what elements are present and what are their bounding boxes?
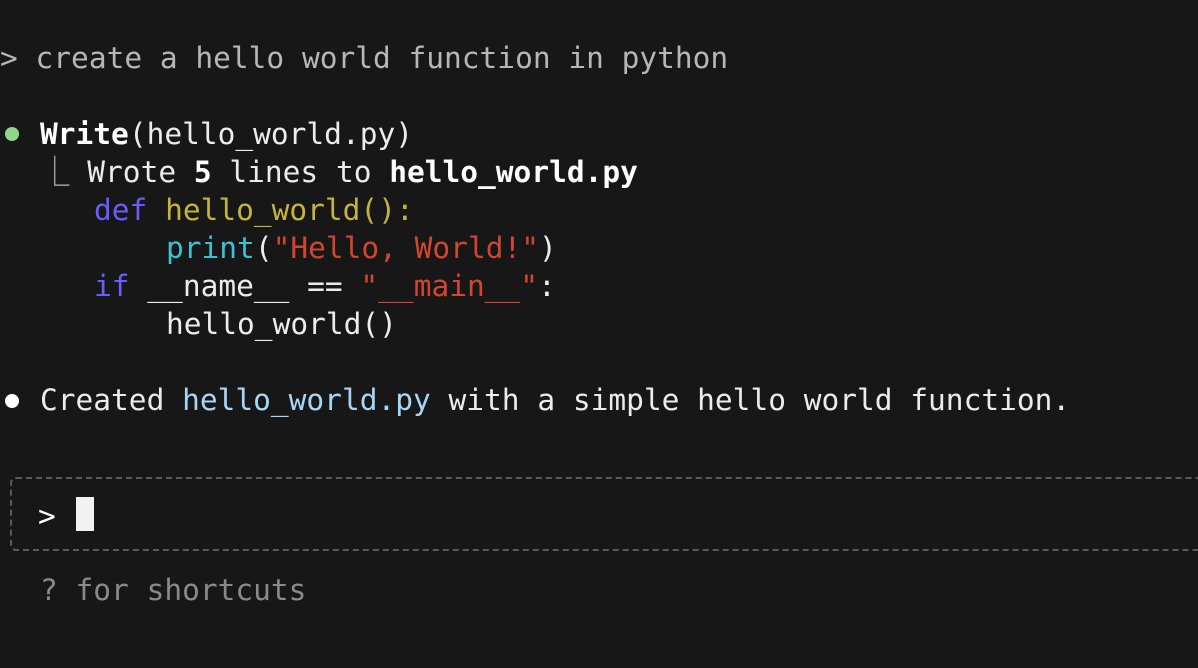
code-line-2: print("Hello, World!") — [166, 229, 557, 267]
tool-result-mid: lines to — [211, 155, 390, 189]
code-line-3: if __name__ == "__main__": — [94, 267, 556, 305]
code-colon: : — [538, 269, 556, 303]
tool-result-file: hello_world.py — [389, 155, 638, 189]
code-string-hello: "Hello, World!" — [272, 231, 539, 265]
file-link[interactable]: hello_world.py — [182, 383, 431, 417]
assistant-message: Created hello_world.py with a simple hel… — [40, 381, 1070, 419]
tool-name: Write — [40, 117, 129, 151]
assistant-message-post: with a simple hello world function. — [430, 383, 1071, 417]
code-line-1: def hello_world(): — [94, 191, 414, 229]
code-line-4: hello_world() — [166, 305, 397, 343]
tool-result-prefix: Wrote — [87, 155, 194, 189]
code-call: hello_world() — [166, 307, 397, 341]
text-cursor[interactable] — [76, 497, 94, 531]
code-condition: __name__ == — [129, 269, 361, 303]
prompt-marker: > — [0, 41, 18, 75]
code-builtin-print: print — [166, 231, 255, 265]
prompt-input-box[interactable] — [10, 477, 1198, 551]
code-keyword-def: def — [94, 193, 148, 227]
code-function-name: hello_world(): — [165, 193, 414, 227]
tree-branch-icon: ⎿ — [40, 155, 70, 189]
tool-call-header: Write(hello_world.py) — [40, 115, 413, 153]
tool-args: (hello_world.py) — [128, 117, 413, 151]
message-bullet-icon — [5, 394, 19, 408]
input-prompt-marker: > — [38, 499, 56, 533]
tool-result-line: ⎿ Wrote 5 lines to hello_world.py — [40, 153, 638, 191]
code-string-main: "__main__" — [360, 269, 539, 303]
tool-result-count: 5 — [193, 155, 212, 189]
code-keyword-if: if — [94, 269, 130, 303]
code-paren-open: ( — [254, 231, 273, 265]
shortcuts-hint: ? for shortcuts — [40, 573, 307, 607]
user-prompt-text: create a hello world function in python — [35, 41, 729, 75]
code-paren-close: ) — [539, 231, 557, 265]
user-prompt-line: > create a hello world function in pytho… — [0, 39, 728, 77]
assistant-message-pre: Created — [40, 383, 183, 417]
tool-status-dot-icon — [5, 127, 19, 141]
